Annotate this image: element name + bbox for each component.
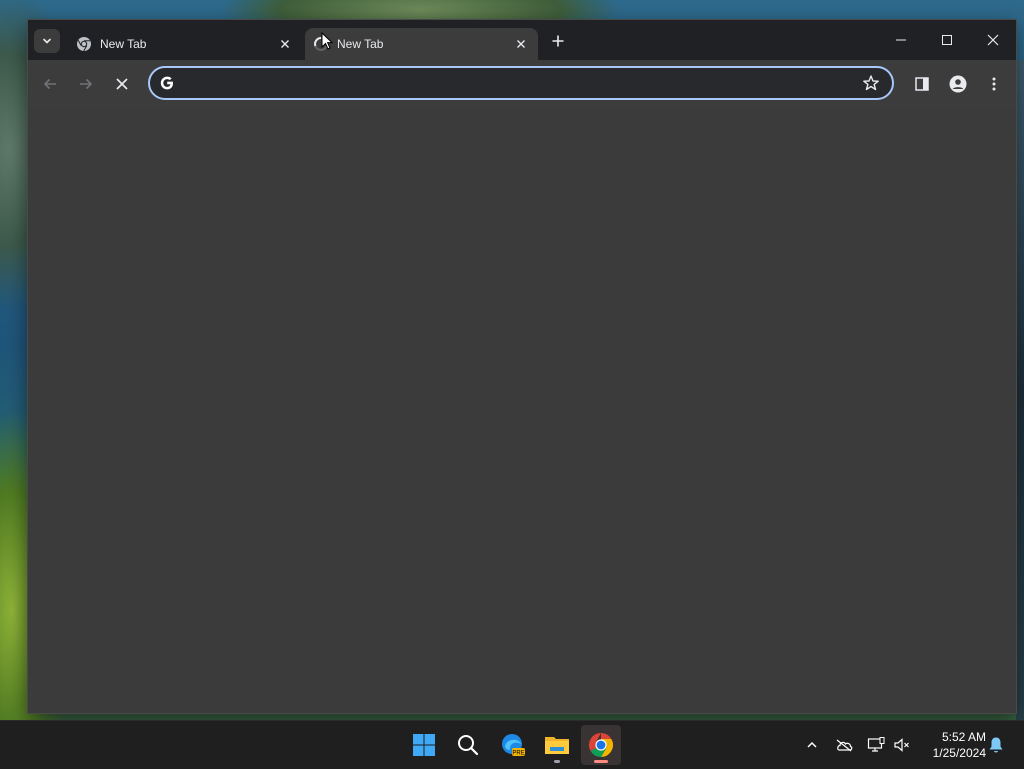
address-input[interactable] xyxy=(184,73,858,95)
chrome-window: New Tab New Tab xyxy=(28,20,1016,713)
menu-button[interactable] xyxy=(982,72,1006,96)
chevron-down-icon xyxy=(43,38,51,44)
page-content[interactable] xyxy=(28,108,1016,713)
svg-text:PRE: PRE xyxy=(512,751,524,757)
maximize-icon xyxy=(942,35,952,45)
taskbar-chrome[interactable] xyxy=(581,725,621,765)
forward-button[interactable] xyxy=(74,72,98,96)
notification-center-button[interactable] xyxy=(986,735,1006,755)
tab-title: New Tab xyxy=(100,37,147,51)
tab-new-tab-1[interactable]: New Tab xyxy=(68,28,302,60)
title-bar[interactable]: New Tab New Tab xyxy=(28,20,1016,60)
browser-toolbar xyxy=(28,60,1016,108)
address-bar[interactable] xyxy=(148,66,894,100)
chevron-up-icon xyxy=(807,741,817,748)
plus-icon xyxy=(552,35,564,47)
edge-preview-icon: PRE xyxy=(502,734,525,757)
tab-close-button[interactable] xyxy=(512,35,530,53)
volume-muted-icon xyxy=(894,738,909,752)
volume-tray-button[interactable] xyxy=(892,735,912,755)
network-icon xyxy=(867,737,885,752)
show-hidden-icons-button[interactable] xyxy=(802,735,822,755)
stop-loading-button[interactable] xyxy=(110,72,134,96)
running-indicator xyxy=(554,760,560,763)
tab-new-tab-2-active[interactable]: New Tab xyxy=(305,28,538,60)
maximize-button[interactable] xyxy=(924,20,970,60)
system-clock[interactable]: 5:52 AM 1/25/2024 xyxy=(918,729,986,761)
star-icon[interactable] xyxy=(862,74,880,92)
side-panel-icon xyxy=(915,77,929,91)
background-window-edge xyxy=(1016,60,1024,720)
chrome-icon xyxy=(77,37,91,52)
back-button[interactable] xyxy=(38,72,62,96)
onedrive-offline-icon xyxy=(836,739,853,752)
taskbar-file-explorer[interactable] xyxy=(537,725,577,765)
taskbar: PRE 5:52 AM 1/25/2024 xyxy=(0,720,1024,769)
search-icon xyxy=(458,735,479,756)
google-g-icon xyxy=(160,76,173,90)
arrow-right-icon xyxy=(80,78,93,90)
network-tray-button[interactable] xyxy=(866,735,886,755)
clock-date: 1/25/2024 xyxy=(932,746,986,760)
tab-search-button[interactable] xyxy=(34,29,60,53)
close-icon xyxy=(987,34,999,46)
mouse-cursor-icon xyxy=(321,32,333,50)
chrome-icon xyxy=(588,733,614,757)
close-icon xyxy=(517,40,525,48)
file-explorer-icon xyxy=(545,737,569,754)
windows-start-icon xyxy=(413,734,435,756)
notification-bell-icon xyxy=(989,737,1003,753)
side-panel-button[interactable] xyxy=(910,72,934,96)
person-icon xyxy=(949,75,967,93)
start-button[interactable] xyxy=(404,725,444,765)
onedrive-tray-button[interactable] xyxy=(834,735,854,755)
tab-close-button[interactable] xyxy=(276,35,294,53)
taskbar-search-button[interactable] xyxy=(448,725,488,765)
active-indicator xyxy=(594,760,608,763)
new-tab-button[interactable] xyxy=(546,30,570,52)
close-icon xyxy=(281,40,289,48)
profile-button[interactable] xyxy=(946,72,970,96)
tab-title: New Tab xyxy=(337,37,384,51)
close-window-button[interactable] xyxy=(970,20,1016,60)
close-icon xyxy=(116,78,128,90)
minimize-button[interactable] xyxy=(878,20,924,60)
minimize-icon xyxy=(896,39,906,41)
arrow-left-icon xyxy=(43,78,56,90)
kebab-menu-icon xyxy=(992,77,996,91)
clock-time: 5:52 AM xyxy=(941,730,986,744)
taskbar-edge-preview[interactable]: PRE xyxy=(493,725,533,765)
